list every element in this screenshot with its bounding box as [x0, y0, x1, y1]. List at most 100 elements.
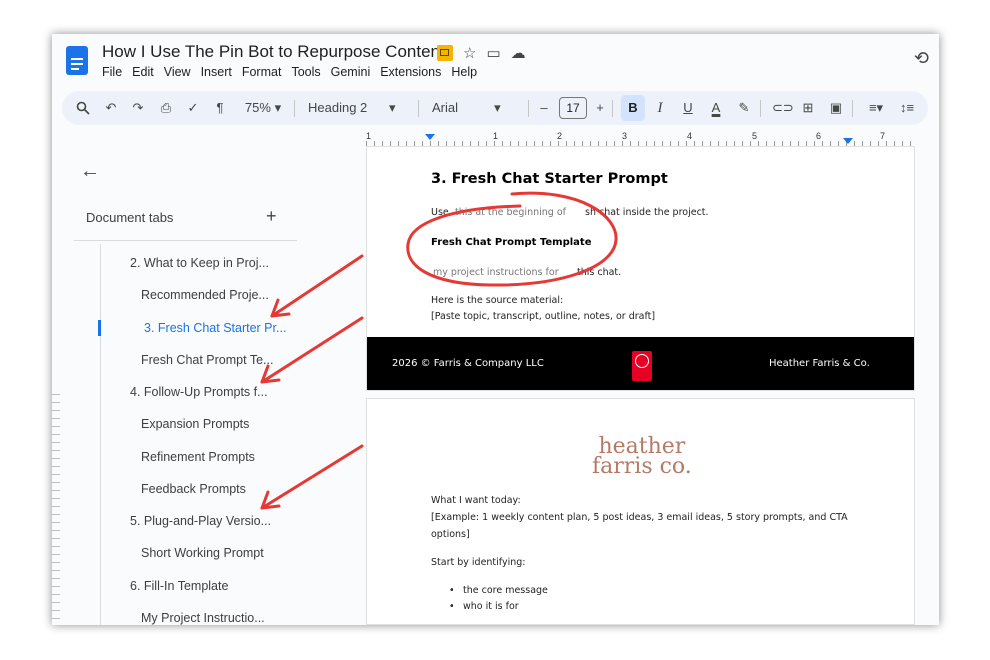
font-size-input[interactable]: 17 — [559, 97, 587, 119]
toolbar-divider — [852, 100, 853, 117]
template-subheading: Fresh Chat Prompt Template — [431, 237, 592, 248]
chevron-down-icon: ▾ — [274, 100, 282, 115]
docs-window: How I Use The Pin Bot to Repurpose Conte… — [52, 34, 939, 625]
tab-item[interactable]: Refinement Prompts — [141, 450, 255, 464]
document-tabs-panel: ← Document tabs + 2. What to Keep in Pro… — [60, 146, 360, 625]
bullet-item: who it is for — [463, 601, 519, 612]
highlight-icon[interactable]: ✎ — [736, 91, 752, 125]
slides-icon[interactable] — [437, 45, 453, 61]
menu-tools[interactable]: Tools — [291, 65, 320, 79]
ruler-number: 3 — [622, 131, 628, 141]
style-value: Heading 2 — [308, 100, 368, 115]
align-icon[interactable]: ≡▾ — [862, 91, 890, 125]
intro-text-start: Use — [431, 207, 449, 218]
section-heading: 3. Fresh Chat Starter Prompt — [431, 171, 668, 187]
document-page[interactable]: 3. Fresh Chat Starter Prompt Use this at… — [366, 146, 915, 391]
tab-item[interactable]: 6. Fill-In Template — [130, 579, 228, 593]
back-arrow-icon[interactable]: ← — [80, 160, 100, 183]
insert-image-icon[interactable]: ▣ — [828, 91, 844, 125]
tab-item[interactable]: Short Working Prompt — [141, 546, 264, 560]
italic-button[interactable]: I — [652, 91, 668, 125]
undo-icon[interactable]: ↶ — [103, 91, 119, 125]
page-footer: 2026 © Farris & Company LLC Heather Farr… — [367, 337, 914, 390]
insert-link-icon[interactable]: ⊂⊃ — [772, 91, 794, 125]
menu-insert[interactable]: Insert — [201, 65, 232, 79]
bold-button[interactable]: B — [621, 95, 645, 121]
add-tab-button[interactable]: + — [266, 206, 277, 227]
ruler-number: 7 — [880, 131, 886, 141]
cloud-status-icon[interactable]: ☁ — [511, 44, 526, 62]
left-indent-marker[interactable] — [425, 134, 435, 140]
increase-font-size-button[interactable]: + — [592, 91, 608, 125]
ruler-number: 1 — [493, 131, 499, 141]
source-placeholder: [Paste topic, transcript, outline, notes… — [431, 311, 656, 322]
tab-item[interactable]: 4. Follow-Up Prompts f... — [130, 385, 268, 399]
ruler-number: 1 — [366, 131, 372, 141]
font-value: Arial — [432, 100, 459, 115]
decrease-font-size-button[interactable]: – — [536, 91, 552, 125]
menu-help[interactable]: Help — [451, 65, 477, 79]
line-spacing-icon[interactable]: ↕≡ — [898, 91, 916, 125]
paint-format-icon[interactable]: ¶ — [212, 91, 228, 125]
want-label: What I want today: — [431, 495, 521, 506]
intro-text-covered: this at the beginning of — [455, 207, 566, 218]
underline-button[interactable]: U — [680, 91, 696, 125]
tab-tree-line — [100, 244, 101, 625]
version-history-icon[interactable]: ⟲ — [914, 48, 929, 69]
bullet-item: the core message — [463, 585, 548, 596]
example-text-cont: options] — [431, 529, 470, 540]
intro-text-end: sh chat inside the project. — [585, 207, 709, 218]
ruler-number: 6 — [816, 131, 822, 141]
menu-file[interactable]: File — [102, 65, 122, 79]
add-comment-icon[interactable]: ⊞ — [800, 91, 816, 125]
tab-item[interactable]: 2. What to Keep in Proj... — [130, 256, 269, 270]
right-indent-marker[interactable] — [843, 138, 853, 144]
chevron-down-icon: ▾ — [388, 100, 396, 115]
start-label: Start by identifying: — [431, 557, 526, 568]
example-text: [Example: 1 weekly content plan, 5 post … — [431, 512, 848, 523]
tab-item[interactable]: Fresh Chat Prompt Te... — [141, 353, 273, 367]
toolbar-divider — [760, 100, 761, 117]
menu-extensions[interactable]: Extensions — [380, 65, 441, 79]
spellcheck-icon[interactable]: ✓ — [185, 91, 201, 125]
print-icon[interactable]: ⎙ — [157, 91, 175, 125]
title-icons: ☆ ▭ ☁ — [437, 44, 526, 62]
vertical-ruler — [52, 394, 60, 625]
toolbar-divider — [418, 100, 419, 117]
document-title[interactable]: How I Use The Pin Bot to Repurpose Conte… — [102, 42, 445, 62]
google-docs-icon[interactable] — [66, 46, 88, 75]
active-tab-indicator — [98, 320, 101, 336]
horizontal-ruler[interactable]: 1 1 2 3 4 5 6 7 — [366, 131, 915, 147]
zoom-value: 75% — [244, 100, 271, 115]
star-icon[interactable]: ☆ — [463, 44, 476, 62]
tab-item[interactable]: Feedback Prompts — [141, 482, 246, 496]
sidebar-divider — [74, 240, 297, 241]
menu-bar: File Edit View Insert Format Tools Gemin… — [102, 65, 477, 79]
tab-item[interactable]: Expansion Prompts — [141, 417, 249, 431]
move-folder-icon[interactable]: ▭ — [486, 44, 500, 62]
document-page[interactable]: heather farris co. What I want today: [E… — [366, 398, 915, 625]
ruler-number: 5 — [752, 131, 758, 141]
instruction-text-covered: my project instructions for — [433, 267, 559, 278]
toolbar-divider — [612, 100, 613, 117]
bullet-dot: • — [449, 585, 455, 596]
menu-gemini[interactable]: Gemini — [331, 65, 371, 79]
tab-item[interactable]: Recommended Proje... — [141, 288, 269, 302]
tab-item[interactable]: My Project Instructio... — [141, 611, 265, 625]
text-color-button[interactable]: A — [708, 91, 724, 125]
menu-view[interactable]: View — [164, 65, 191, 79]
menu-format[interactable]: Format — [242, 65, 282, 79]
logo-line: farris co. — [592, 454, 692, 479]
bullet-dot: • — [449, 601, 455, 612]
source-label: Here is the source material: — [431, 295, 564, 306]
chevron-down-icon: ▾ — [494, 100, 501, 115]
menu-edit[interactable]: Edit — [132, 65, 154, 79]
font-select[interactable]: Arial ▾ — [432, 91, 524, 125]
tab-item[interactable]: 5. Plug-and-Play Versio... — [130, 514, 271, 528]
redo-icon[interactable]: ↷ — [130, 91, 146, 125]
style-select[interactable]: Heading 2 ▾ — [308, 91, 408, 125]
tab-item-active[interactable]: 3. Fresh Chat Starter Pr... — [144, 321, 286, 335]
zoom-select[interactable]: 75% ▾ — [240, 91, 286, 125]
ruler-number: 2 — [557, 131, 563, 141]
search-menus-icon[interactable] — [76, 101, 90, 115]
